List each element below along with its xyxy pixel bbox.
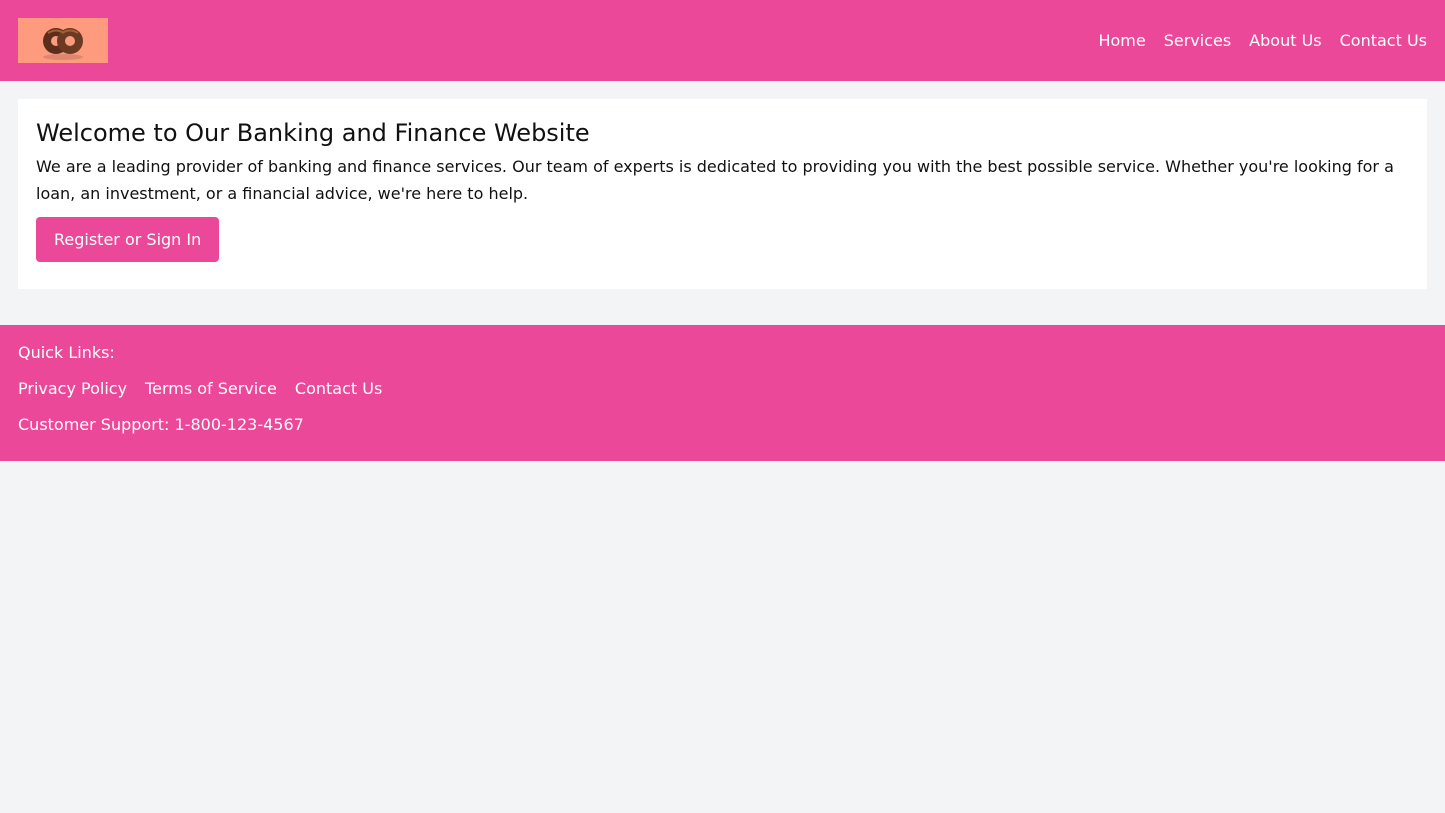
customer-support-text: Customer Support: 1-800-123-4567 bbox=[18, 415, 304, 434]
footer-link-contact-us[interactable]: Contact Us bbox=[295, 379, 382, 399]
nav-contact-us[interactable]: Contact Us bbox=[1340, 31, 1427, 50]
welcome-description: We are a leading provider of banking and… bbox=[36, 157, 1394, 203]
donut-logo-icon bbox=[43, 27, 83, 60]
main-content: Welcome to Our Banking and Finance Websi… bbox=[0, 81, 1445, 307]
site-footer: Quick Links: Privacy Policy Terms of Ser… bbox=[0, 325, 1445, 461]
footer-link-privacy-policy[interactable]: Privacy Policy bbox=[18, 379, 127, 399]
nav-home[interactable]: Home bbox=[1098, 31, 1145, 50]
logo[interactable] bbox=[18, 18, 108, 63]
quick-links-label: Quick Links: bbox=[18, 343, 115, 362]
site-header: Home Services About Us Contact Us bbox=[0, 0, 1445, 81]
register-sign-in-button[interactable]: Register or Sign In bbox=[36, 217, 220, 262]
footer-links: Privacy Policy Terms of Service Contact … bbox=[18, 379, 1427, 399]
welcome-card: Welcome to Our Banking and Finance Websi… bbox=[18, 99, 1427, 289]
nav-about-us[interactable]: About Us bbox=[1249, 31, 1321, 50]
page-title: Welcome to Our Banking and Finance Websi… bbox=[36, 119, 590, 147]
footer-link-terms-of-service[interactable]: Terms of Service bbox=[145, 379, 277, 399]
main-nav: Home Services About Us Contact Us bbox=[1098, 31, 1427, 50]
nav-services[interactable]: Services bbox=[1164, 31, 1231, 50]
